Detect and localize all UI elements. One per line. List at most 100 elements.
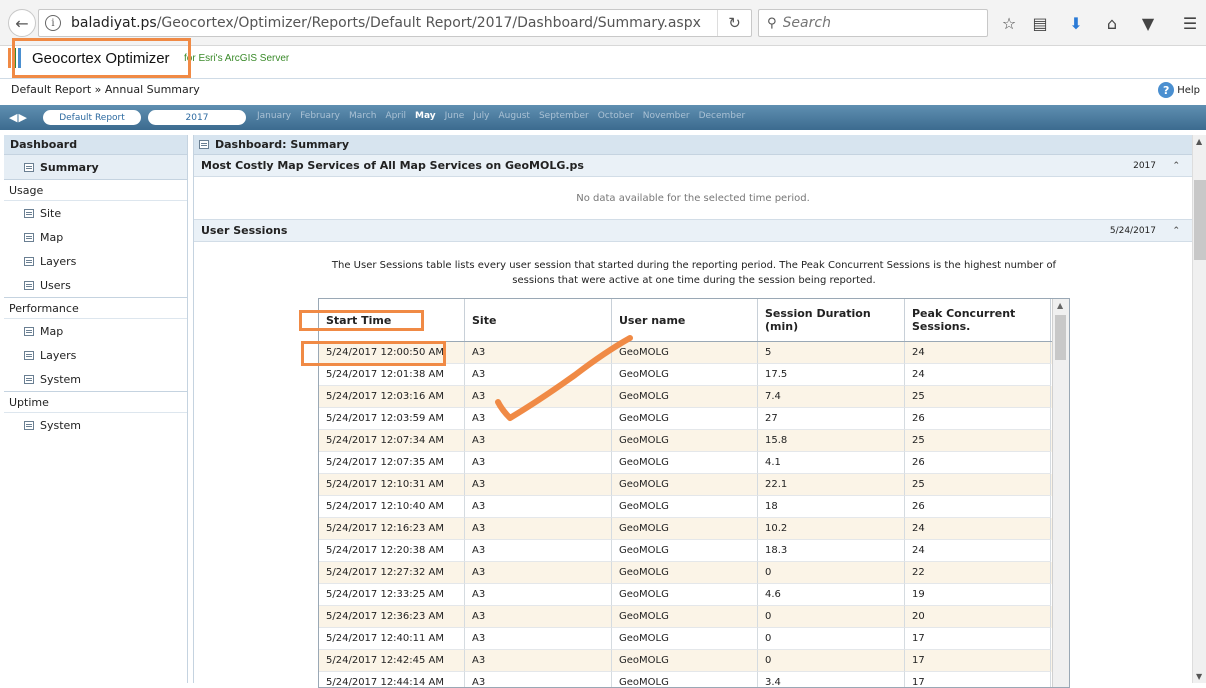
table-row[interactable]: 5/24/2017 12:16:23 AM A3 GeoMOLG 10.2 24: [319, 518, 1069, 540]
month-june[interactable]: June: [445, 111, 465, 121]
sidebar-item-usage-map[interactable]: Map: [4, 225, 187, 249]
table-cell: 5/24/2017 12:42:45 AM: [319, 650, 465, 672]
column-header[interactable]: Session Duration (min): [758, 299, 905, 341]
table-cell: 26: [905, 496, 1051, 518]
table-cell: 0: [758, 628, 905, 650]
collapse-icon[interactable]: ⌃: [1172, 226, 1180, 236]
panel-costly-services-header[interactable]: Most Costly Map Services of All Map Serv…: [194, 155, 1192, 177]
page-scrollbar[interactable]: ▲ ▼: [1192, 135, 1206, 683]
table-row[interactable]: 5/24/2017 12:03:16 AM A3 GeoMOLG 7.4 25: [319, 386, 1069, 408]
month-october[interactable]: October: [598, 111, 634, 121]
table-row[interactable]: 5/24/2017 12:33:25 AM A3 GeoMOLG 4.6 19: [319, 584, 1069, 606]
month-september[interactable]: September: [539, 111, 589, 121]
month-march[interactable]: March: [349, 111, 376, 121]
annotation-box-start-time-header: [299, 310, 424, 331]
table-cell: 5/24/2017 12:16:23 AM: [319, 518, 465, 540]
sidebar-item-uptime-system[interactable]: System: [4, 413, 187, 437]
table-row[interactable]: 5/24/2017 12:27:32 AM A3 GeoMOLG 0 22: [319, 562, 1069, 584]
sidebar-item-usage-site[interactable]: Site: [4, 201, 187, 225]
period-arrows[interactable]: ◀▶: [9, 111, 28, 124]
reload-icon[interactable]: ↻: [717, 10, 751, 36]
table-cell: GeoMOLG: [612, 496, 758, 518]
table-cell: 17: [905, 650, 1051, 672]
sidebar-item-usage-layers[interactable]: Layers: [4, 249, 187, 273]
table-cell: 26: [905, 452, 1051, 474]
search-input[interactable]: [782, 15, 973, 31]
sidebar-item-usage-users[interactable]: Users: [4, 273, 187, 297]
table-row[interactable]: 5/24/2017 12:40:11 AM A3 GeoMOLG 0 17: [319, 628, 1069, 650]
sidebar-dashboard-header: Dashboard: [4, 135, 187, 155]
table-cell: GeoMOLG: [612, 650, 758, 672]
table-cell: A3: [465, 364, 612, 386]
sessions-description: The User Sessions table lists every user…: [331, 260, 1057, 286]
download-icon[interactable]: ⬇: [1065, 12, 1087, 34]
collapse-icon[interactable]: ⌃: [1172, 161, 1180, 171]
help-icon[interactable]: ?: [1158, 82, 1175, 98]
table-row[interactable]: 5/24/2017 12:36:23 AM A3 GeoMOLG 0 20: [319, 606, 1069, 628]
month-april[interactable]: April: [385, 111, 406, 121]
table-cell: A3: [465, 584, 612, 606]
month-list: January February March April May June July Augu…: [257, 111, 754, 121]
table-row[interactable]: 5/24/2017 12:10:31 AM A3 GeoMOLG 22.1 25: [319, 474, 1069, 496]
table-cell: A3: [465, 672, 612, 687]
reading-list-icon[interactable]: ▤: [1029, 12, 1051, 34]
sidebar-item-performance-system[interactable]: System: [4, 367, 187, 391]
url-bar[interactable]: i baladiyat.ps/Geocortex/Optimizer/Repor…: [38, 9, 752, 37]
table-row[interactable]: 5/24/2017 12:03:59 AM A3 GeoMOLG 27 26: [319, 408, 1069, 430]
month-july[interactable]: July: [473, 111, 489, 121]
page-scroll-thumb[interactable]: [1194, 180, 1206, 260]
report-selector[interactable]: Default Report: [43, 110, 141, 125]
table-row[interactable]: 5/24/2017 12:10:40 AM A3 GeoMOLG 18 26: [319, 496, 1069, 518]
menu-icon[interactable]: ☰: [1179, 12, 1201, 34]
month-december[interactable]: December: [699, 111, 746, 121]
month-february[interactable]: February: [300, 111, 340, 121]
table-cell: 5/24/2017 12:03:59 AM: [319, 408, 465, 430]
month-november[interactable]: November: [643, 111, 690, 121]
panel-user-sessions-header[interactable]: User Sessions 5/24/2017 ⌃: [194, 220, 1192, 242]
sidebar-item-performance-map[interactable]: Map: [4, 319, 187, 343]
table-cell: A3: [465, 430, 612, 452]
month-may[interactable]: May: [415, 111, 436, 121]
table-cell: GeoMOLG: [612, 518, 758, 540]
table-cell: A3: [465, 606, 612, 628]
table-cell: GeoMOLG: [612, 342, 758, 364]
table-scroll-thumb[interactable]: [1055, 315, 1066, 360]
table-cell: 5/24/2017 12:03:16 AM: [319, 386, 465, 408]
table-cell: GeoMOLG: [612, 386, 758, 408]
column-header[interactable]: Peak Concurrent Sessions.: [905, 299, 1051, 341]
table-cell: 7.4: [758, 386, 905, 408]
table-row[interactable]: 5/24/2017 12:07:34 AM A3 GeoMOLG 15.8 25: [319, 430, 1069, 452]
table-cell: GeoMOLG: [612, 606, 758, 628]
table-header: Start Time Site User name Session Duration …: [319, 299, 1069, 342]
breadcrumb-root[interactable]: Default Report: [11, 83, 91, 96]
search-box[interactable]: ⚲: [758, 9, 988, 37]
table-cell: GeoMOLG: [612, 364, 758, 386]
main-content: Dashboard: Summary Most Costly Map Servi…: [193, 135, 1192, 688]
sidebar-item-summary[interactable]: Summary: [4, 155, 187, 179]
column-header[interactable]: User name: [612, 299, 758, 341]
home-icon[interactable]: ⌂: [1101, 12, 1123, 34]
year-selector[interactable]: 2017: [148, 110, 246, 125]
pocket-icon[interactable]: ▼: [1137, 12, 1159, 34]
page-icon: [24, 350, 34, 360]
table-scrollbar[interactable]: ▲: [1052, 299, 1069, 687]
table-row[interactable]: 5/24/2017 12:01:38 AM A3 GeoMOLG 17.5 24: [319, 364, 1069, 386]
table-row[interactable]: 5/24/2017 12:07:35 AM A3 GeoMOLG 4.1 26: [319, 452, 1069, 474]
table-cell: 15.8: [758, 430, 905, 452]
bookmark-star-icon[interactable]: ☆: [998, 12, 1020, 34]
table-row[interactable]: 5/24/2017 12:44:14 AM A3 GeoMOLG 3.4 17: [319, 672, 1069, 687]
table-cell: 25: [905, 430, 1051, 452]
info-icon[interactable]: i: [45, 15, 61, 31]
column-header[interactable]: Site: [465, 299, 612, 341]
table-cell: 20: [905, 606, 1051, 628]
table-row[interactable]: 5/24/2017 12:20:38 AM A3 GeoMOLG 18.3 24: [319, 540, 1069, 562]
table-cell: A3: [465, 386, 612, 408]
month-august[interactable]: August: [498, 111, 530, 121]
table-cell: A3: [465, 474, 612, 496]
dashboard-title: Dashboard: Summary: [194, 135, 1192, 155]
sidebar-item-performance-layers[interactable]: Layers: [4, 343, 187, 367]
help-link[interactable]: ? Help: [1158, 82, 1200, 98]
back-button[interactable]: ←: [8, 9, 36, 37]
month-january[interactable]: January: [257, 111, 291, 121]
table-row[interactable]: 5/24/2017 12:42:45 AM A3 GeoMOLG 0 17: [319, 650, 1069, 672]
